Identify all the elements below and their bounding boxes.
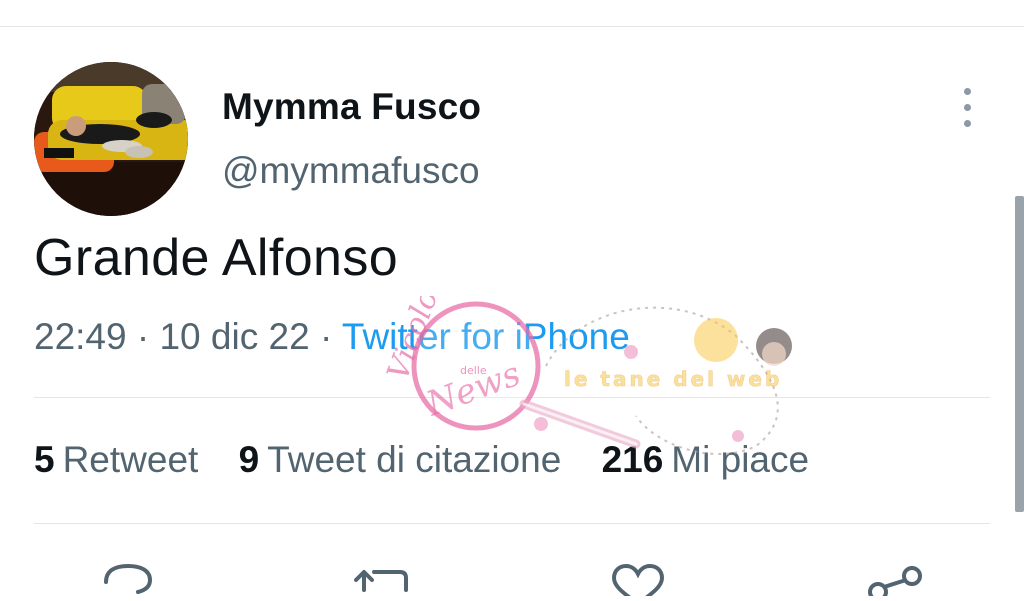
tweet-stats: 5 Retweet 9 Tweet di citazione 216 Mi piace: [34, 439, 839, 481]
retweet-count[interactable]: 5 Retweet: [34, 439, 198, 481]
reply-icon: [104, 563, 153, 594]
stat-count: 216: [601, 439, 664, 480]
more-options-button[interactable]: [950, 86, 984, 128]
tweet-source-link[interactable]: Twitter for iPhone: [342, 316, 630, 357]
user-handle[interactable]: @mymmafusco: [222, 150, 480, 192]
like-icon: [611, 563, 665, 601]
top-divider: [0, 26, 1024, 27]
display-name[interactable]: Mymma Fusco: [222, 86, 481, 128]
avatar-photo: [34, 62, 188, 216]
vertical-ellipsis-icon: [963, 87, 971, 95]
divider: [34, 397, 990, 398]
avatar[interactable]: [34, 62, 188, 216]
like-button[interactable]: [608, 556, 668, 601]
stat-label: Tweet di citazione: [267, 439, 562, 480]
watermark-tagline: le tane del web: [564, 367, 782, 391]
retweet-button[interactable]: [350, 556, 410, 596]
watermark-word: delle: [460, 364, 487, 377]
tweet-action-bar: [0, 556, 1024, 601]
tweet-time[interactable]: 22:49: [34, 316, 127, 357]
stat-count: 9: [238, 439, 260, 480]
meta-separator: ·: [136, 316, 150, 357]
divider: [34, 523, 990, 524]
stat-count: 5: [34, 439, 55, 480]
share-button[interactable]: [866, 556, 926, 601]
reply-button[interactable]: [98, 556, 158, 596]
scrollbar[interactable]: [1015, 196, 1024, 512]
watermark-word: News: [420, 354, 525, 425]
share-icon: [868, 566, 922, 601]
stat-label: Mi piace: [671, 439, 810, 480]
stat-label: Retweet: [62, 439, 199, 480]
retweet-icon: [354, 570, 408, 592]
tweet-date[interactable]: 10 dic 22: [159, 316, 309, 357]
quote-tweet-count[interactable]: 9 Tweet di citazione: [239, 439, 562, 481]
tweet-text: Grande Alfonso: [34, 229, 399, 287]
tweet-meta: 22:49 · 10 dic 22 · Twitter for iPhone: [34, 316, 630, 358]
like-count[interactable]: 216 Mi piace: [602, 439, 810, 481]
meta-separator: ·: [319, 316, 333, 357]
